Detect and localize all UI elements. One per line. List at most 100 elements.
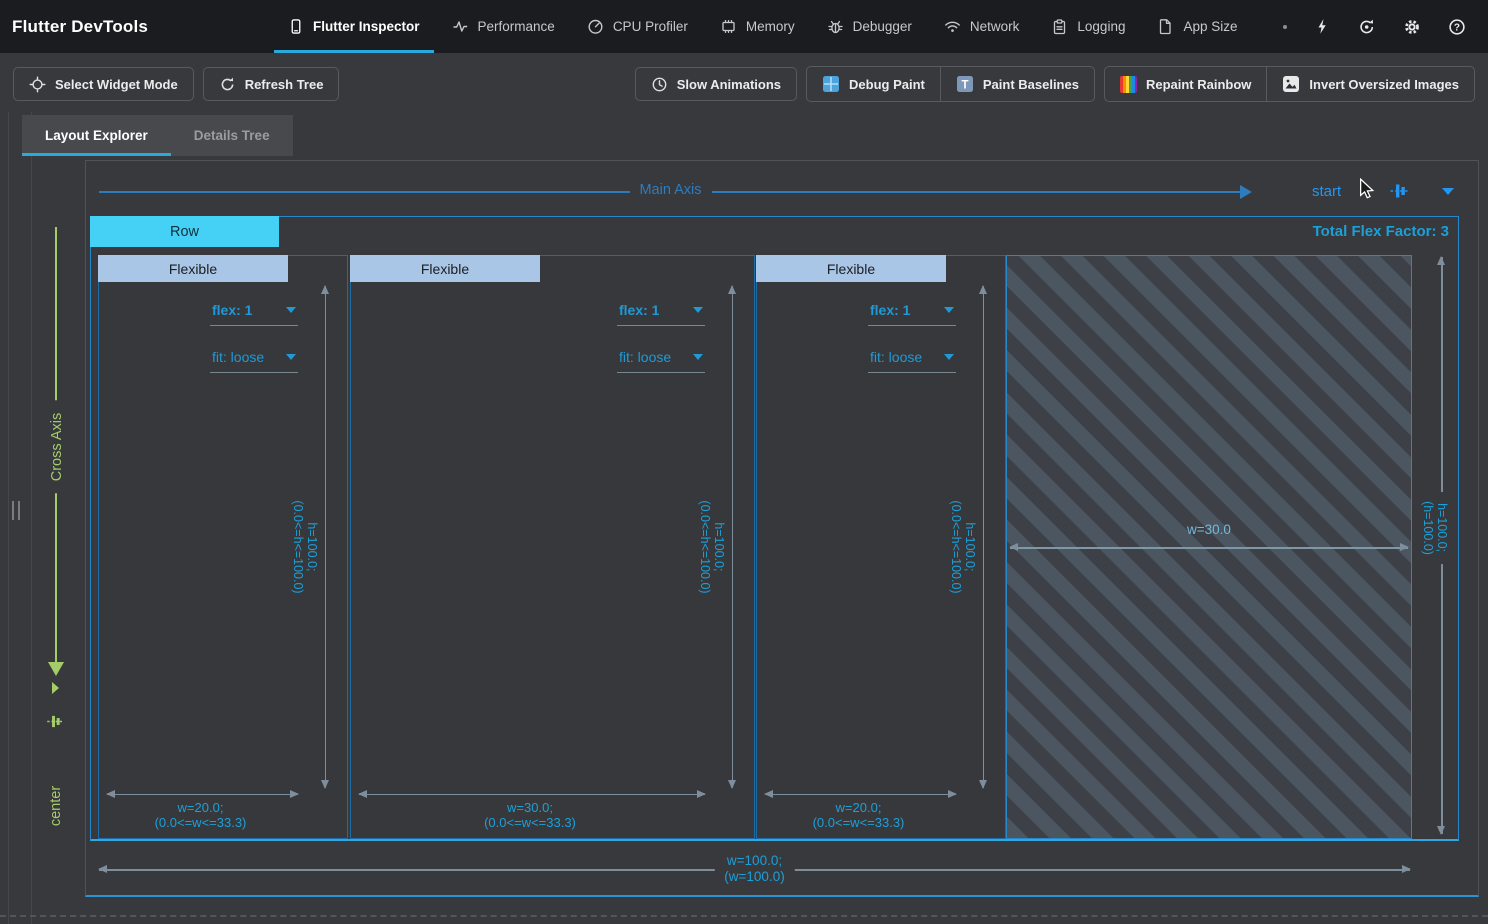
chevron-down-icon: [944, 307, 954, 313]
debug-paint-toggle[interactable]: Debug Paint: [807, 67, 940, 101]
bug-icon: [827, 18, 844, 35]
nav-tab-app-size[interactable]: App Size: [1141, 0, 1253, 53]
height-arrow: [325, 286, 327, 788]
nav-tab-flutter-inspector[interactable]: Flutter Inspector: [272, 0, 436, 53]
hot-restart-icon[interactable]: [1358, 18, 1376, 36]
wifi-icon: [944, 18, 961, 35]
fit-value-dropdown[interactable]: fit: loose: [210, 349, 298, 373]
fit-value-dropdown[interactable]: fit: loose: [868, 349, 956, 373]
nav-tab-performance[interactable]: Performance: [436, 0, 571, 53]
nav-tab-cpu-profiler[interactable]: CPU Profiler: [571, 0, 704, 53]
chevron-down-icon[interactable]: [1442, 188, 1454, 195]
top-nav-bar: Flutter DevTools Flutter Inspector Perfo…: [0, 0, 1488, 53]
tab-details-tree[interactable]: Details Tree: [171, 115, 293, 156]
refresh-icon: [219, 76, 236, 93]
file-icon: [1157, 18, 1174, 35]
repaint-rainbow-toggle[interactable]: Repaint Rainbow: [1105, 67, 1266, 101]
layout-explorer-canvas: Main Axis start Row Total Flex Factor: 3…: [85, 160, 1479, 897]
flexible-widget-name-tab[interactable]: Flexible: [98, 255, 288, 282]
free-space-region: w=30.0: [1006, 255, 1412, 839]
svg-text:T: T: [961, 79, 968, 91]
select-widget-mode-button[interactable]: Select Widget Mode: [13, 67, 194, 101]
paint-baselines-toggle[interactable]: T Paint Baselines: [940, 67, 1094, 101]
chevron-down-icon: [286, 354, 296, 360]
flexible-widget-name-tab[interactable]: Flexible: [350, 255, 540, 282]
flexible-widget-3[interactable]: Flexible flex: 1 fit: loose h=100.0; (0.…: [756, 255, 1006, 839]
flutter-devtools-window: Flutter DevTools Flutter Inspector Perfo…: [0, 0, 1488, 924]
width-arrow: [107, 794, 298, 796]
crosshair-icon: [29, 76, 46, 93]
free-space-width-label: w=30.0: [1007, 522, 1411, 537]
help-icon[interactable]: ?: [1448, 18, 1466, 36]
chevron-down-icon: [693, 307, 703, 313]
nav-tab-memory[interactable]: Memory: [704, 0, 811, 53]
chevron-down-icon: [693, 354, 703, 360]
main-axis-align-icon[interactable]: [1389, 180, 1411, 202]
rainbow-icon: [1120, 76, 1137, 93]
chevron-down-icon: [286, 307, 296, 313]
row-width-arrow: w=100.0; (w=100.0): [99, 869, 1410, 871]
flex-value-dropdown[interactable]: flex: 1: [617, 302, 705, 326]
nav-tab-debugger[interactable]: Debugger: [811, 0, 928, 53]
splitter-line-right[interactable]: [31, 112, 32, 924]
chevron-right-icon[interactable]: [52, 682, 59, 694]
width-label: w=20.0; (0.0<=w<=33.3): [761, 800, 956, 830]
cross-axis-align-icon[interactable]: [46, 712, 65, 731]
refresh-tree-button[interactable]: Refresh Tree: [203, 67, 340, 101]
clock-icon: [651, 76, 668, 93]
free-space-width-arrow: [1010, 547, 1408, 549]
app-title: Flutter DevTools: [0, 0, 272, 53]
cpu-profiler-icon: [587, 18, 604, 35]
nav-actions: ?: [1283, 0, 1488, 53]
main-axis-alignment-dropdown[interactable]: start: [1312, 183, 1341, 200]
height-label: h=100.0; (0.0<=h<=100.0): [291, 500, 319, 593]
main-axis-arrow: Main Axis: [99, 191, 1242, 193]
height-arrow: [983, 286, 985, 788]
height-arrow: [732, 286, 734, 788]
flex-value-dropdown[interactable]: flex: 1: [210, 302, 298, 326]
row-widget-name-tab[interactable]: Row: [90, 216, 279, 247]
memory-icon: [720, 18, 737, 35]
cross-axis-alignment-dropdown[interactable]: center: [48, 786, 64, 826]
bottom-splitter-dashed-line[interactable]: [0, 915, 1488, 917]
nav-tabs: Flutter Inspector Performance CPU Profil…: [272, 0, 1254, 53]
paint-baselines-icon: T: [956, 75, 974, 93]
svg-text:?: ?: [1454, 22, 1460, 33]
debug-paint-icon: [822, 75, 840, 93]
fit-value-dropdown[interactable]: fit: loose: [617, 349, 705, 373]
flexible-widget-1[interactable]: Flexible flex: 1 fit: loose h=100.0; (0.…: [98, 255, 348, 839]
width-arrow: [359, 794, 705, 796]
row-width-label: w=100.0; (w=100.0): [714, 853, 794, 885]
slow-animations-toggle[interactable]: Slow Animations: [635, 67, 797, 101]
flex-value-dropdown[interactable]: flex: 1: [868, 302, 956, 326]
splitter-grip[interactable]: [12, 501, 20, 520]
flexible-widget-2[interactable]: Flexible flex: 1 fit: loose h=100.0; (0.…: [350, 255, 755, 839]
splitter-line-left[interactable]: [8, 112, 9, 924]
tab-layout-explorer[interactable]: Layout Explorer: [22, 115, 171, 156]
nav-separator-dot: [1283, 25, 1287, 29]
width-label: w=20.0; (0.0<=w<=33.3): [103, 800, 298, 830]
active-panel-tab-underline: [22, 153, 171, 156]
clipboard-icon: [1051, 18, 1068, 35]
performance-icon: [452, 18, 469, 35]
nav-tab-network[interactable]: Network: [928, 0, 1036, 53]
main-axis-label: Main Axis: [629, 182, 711, 198]
mouse-cursor: [1358, 178, 1376, 200]
cross-axis-label: Cross Axis: [49, 401, 65, 494]
phone-icon: [288, 18, 304, 35]
flexible-widget-name-tab[interactable]: Flexible: [756, 255, 946, 282]
inspector-toolbar: Select Widget Mode Refresh Tree Slow Ani…: [0, 53, 1488, 115]
row-height-label: h=100.0; (h=100.0): [1421, 492, 1449, 564]
repaint-toggles-group: Repaint Rainbow Invert Oversized Images: [1104, 66, 1475, 102]
height-label: h=100.0; (0.0<=h<=100.0): [949, 500, 977, 593]
paint-toggles-group: Debug Paint T Paint Baselines: [806, 66, 1095, 102]
inspector-panel-tabs: Layout Explorer Details Tree: [22, 115, 293, 156]
chevron-down-icon: [944, 354, 954, 360]
width-label: w=30.0; (0.0<=w<=33.3): [355, 800, 705, 830]
nav-tab-logging[interactable]: Logging: [1035, 0, 1141, 53]
invert-oversized-images-toggle[interactable]: Invert Oversized Images: [1266, 67, 1474, 101]
row-widget[interactable]: Row Total Flex Factor: 3 Flexible flex: …: [90, 216, 1459, 841]
total-flex-factor: Total Flex Factor: 3: [1313, 223, 1449, 240]
hot-reload-bolt-icon[interactable]: [1314, 18, 1331, 35]
settings-gear-icon[interactable]: [1403, 18, 1421, 36]
